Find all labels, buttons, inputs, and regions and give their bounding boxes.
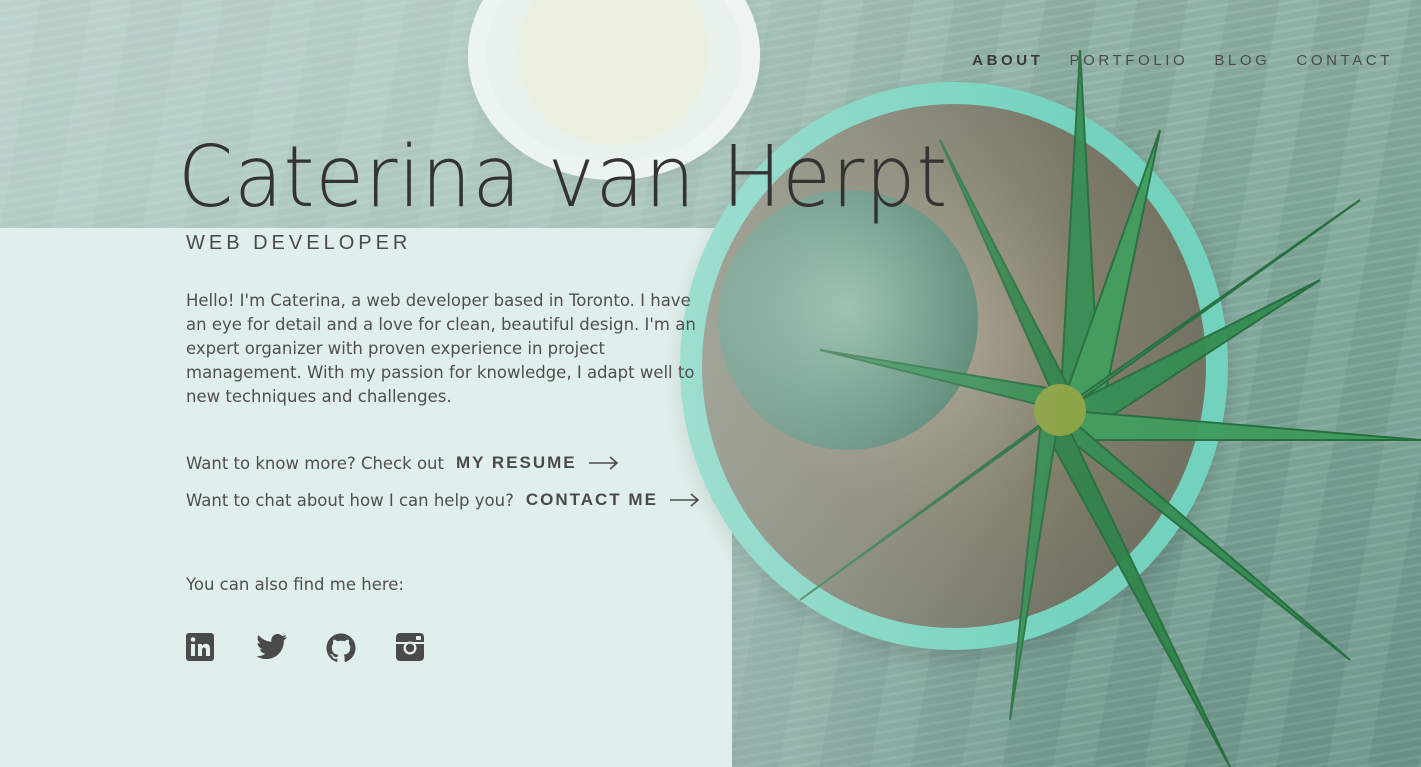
nav-about[interactable]: ABOUT: [972, 52, 1043, 69]
arrow-right-icon: [588, 456, 618, 470]
main-nav: ABOUT PORTFOLIO BLOG CONTACT: [946, 52, 1393, 69]
contact-me-label: CONTACT ME: [525, 490, 658, 509]
github-link[interactable]: [326, 633, 356, 663]
resume-link-label: MY RESUME: [455, 453, 577, 472]
contact-prompt: Want to chat about how I can help you?: [186, 490, 514, 510]
job-title: WEB DEVELOPER: [186, 232, 412, 254]
nav-contact[interactable]: CONTACT: [1296, 52, 1393, 69]
twitter-icon: [256, 634, 287, 659]
nav-portfolio[interactable]: PORTFOLIO: [1070, 52, 1189, 69]
resume-link[interactable]: MY RESUME: [456, 453, 619, 473]
linkedin-link[interactable]: [186, 633, 216, 663]
arrow-right-icon: [669, 493, 700, 507]
github-icon: [326, 633, 356, 662]
social-heading: You can also find me here:: [186, 575, 404, 594]
instagram-icon: [396, 633, 424, 661]
page-title: Caterina van Herpt: [178, 128, 949, 227]
instagram-link[interactable]: [396, 633, 426, 663]
linkedin-icon: [186, 633, 214, 661]
resume-prompt: Want to know more? Check out: [186, 453, 444, 473]
contact-me-link[interactable]: CONTACT ME: [526, 490, 700, 510]
resume-cta: Want to know more? Check out MY RESUME: [186, 453, 619, 473]
contact-cta: Want to chat about how I can help you? C…: [186, 490, 700, 510]
nav-blog[interactable]: BLOG: [1214, 52, 1270, 69]
twitter-link[interactable]: [256, 633, 287, 663]
social-links: [186, 633, 466, 663]
bio-text: Hello! I'm Caterina, a web developer bas…: [186, 291, 696, 406]
